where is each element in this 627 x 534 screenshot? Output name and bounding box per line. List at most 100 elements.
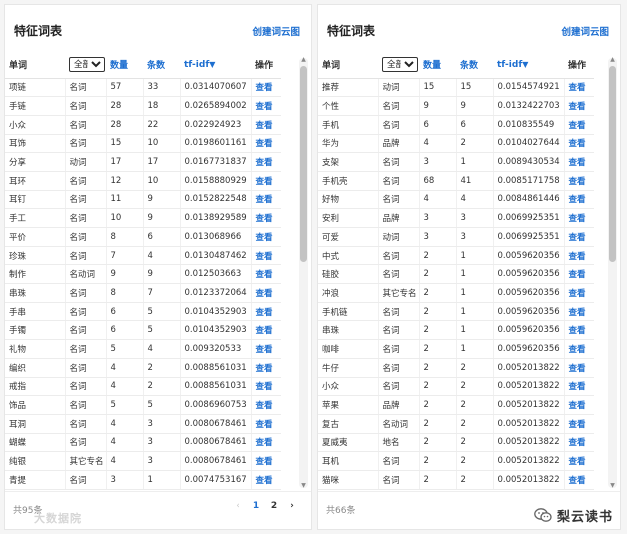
page-button-2[interactable]: 2 — [265, 501, 283, 511]
cell-action[interactable]: 查看 — [564, 414, 594, 434]
vertical-scrollbar[interactable]: ▲ ▼ — [608, 57, 617, 489]
cell-action[interactable]: 查看 — [251, 171, 281, 191]
cell-action[interactable]: 查看 — [251, 358, 281, 378]
cell-action[interactable]: 查看 — [564, 96, 594, 116]
create-wordcloud-link[interactable]: 创建词云图 — [252, 24, 300, 38]
cell-docs: 10 — [143, 134, 181, 154]
cell-action[interactable]: 查看 — [564, 283, 594, 303]
cell-action[interactable]: 查看 — [564, 264, 594, 285]
cell-pos: 名词 — [65, 246, 107, 266]
cell-action[interactable]: 查看 — [251, 246, 281, 266]
cell-action[interactable]: 查看 — [564, 320, 594, 341]
table-row: 珍珠 名词 7 4 0.0130487462 查看 — [5, 246, 281, 266]
cell-word: 好物 — [318, 190, 379, 210]
cell-tfidf: 0.0123372064 — [180, 283, 252, 303]
cell-action[interactable]: 查看 — [564, 190, 594, 210]
scroll-up-icon[interactable]: ▲ — [299, 57, 308, 63]
cell-action[interactable]: 查看 — [251, 377, 281, 397]
cell-action[interactable]: 查看 — [564, 377, 594, 397]
pos-filter-select[interactable]: 全部 — [69, 57, 105, 73]
column-header-tfidf[interactable]: tf-idf▼ — [180, 52, 251, 79]
create-wordcloud-link[interactable]: 创建词云图 — [561, 24, 609, 38]
cell-action[interactable]: 查看 — [564, 302, 594, 322]
cell-tfidf: 0.010835549 — [493, 115, 565, 135]
cell-tfidf: 0.0052013822 — [493, 377, 565, 397]
cell-docs: 2 — [456, 451, 494, 471]
cell-action[interactable]: 查看 — [251, 433, 281, 453]
cell-action[interactable]: 查看 — [251, 190, 281, 210]
cell-action[interactable]: 查看 — [564, 470, 594, 490]
cell-docs: 3 — [143, 414, 181, 434]
cell-docs: 1 — [143, 470, 181, 490]
cell-action[interactable]: 查看 — [251, 78, 281, 98]
column-header-pos: 全部 — [65, 52, 106, 79]
cell-action[interactable]: 查看 — [564, 227, 594, 247]
cell-action[interactable]: 查看 — [251, 302, 281, 322]
cell-action[interactable]: 查看 — [564, 171, 594, 191]
cell-pos: 名词 — [65, 302, 107, 322]
cell-word: 夏威夷 — [318, 433, 379, 453]
column-header-tfidf[interactable]: tf-idf▼ — [493, 52, 564, 79]
cell-action[interactable]: 查看 — [564, 152, 594, 172]
cell-count: 4 — [419, 134, 457, 154]
pos-filter-select[interactable]: 全部 — [382, 57, 418, 73]
cell-action[interactable]: 查看 — [564, 115, 594, 135]
next-page-icon[interactable]: › — [283, 501, 301, 511]
cell-action[interactable]: 查看 — [251, 134, 281, 154]
cell-pos: 名词 — [65, 339, 107, 359]
scroll-down-icon[interactable]: ▼ — [299, 483, 308, 489]
prev-page-icon[interactable]: ‹ — [229, 501, 247, 511]
cell-action[interactable]: 查看 — [564, 208, 594, 228]
table-row: 青提 名词 3 1 0.0074753167 查看 — [5, 470, 281, 490]
cell-action[interactable]: 查看 — [564, 433, 594, 453]
table-row: 手机 名词 6 6 0.010835549 查看 — [318, 115, 594, 135]
vertical-scrollbar[interactable]: ▲ ▼ — [299, 57, 308, 489]
table-row: 个性 名词 9 9 0.0132422703 查看 — [318, 96, 594, 116]
cell-action[interactable]: 查看 — [564, 246, 594, 266]
cell-action[interactable]: 查看 — [564, 358, 594, 378]
cell-count: 2 — [419, 470, 457, 490]
column-header-count[interactable]: 数量 — [106, 52, 143, 79]
scrollbar-thumb[interactable] — [300, 66, 307, 262]
cell-action[interactable]: 查看 — [564, 395, 594, 415]
column-header-docs[interactable]: 条数 — [456, 52, 493, 79]
cell-action[interactable]: 查看 — [251, 470, 281, 490]
wechat-account-label: 梨云读书 — [556, 510, 613, 525]
table-row: 安利 品牌 3 3 0.0069925351 查看 — [318, 208, 594, 228]
cell-count: 4 — [106, 451, 144, 471]
cell-tfidf: 0.0265894002 — [180, 96, 252, 116]
cell-action[interactable]: 查看 — [564, 78, 594, 98]
cell-word: 安利 — [318, 208, 379, 228]
cell-count: 3 — [419, 208, 457, 228]
cell-action[interactable]: 查看 — [251, 96, 281, 116]
cell-docs: 3 — [143, 451, 181, 471]
scrollbar-thumb[interactable] — [609, 66, 616, 262]
cell-action[interactable]: 查看 — [251, 152, 281, 172]
column-header-count[interactable]: 数量 — [419, 52, 456, 79]
cell-count: 6 — [106, 320, 144, 341]
cell-action[interactable]: 查看 — [251, 339, 281, 359]
cell-action[interactable]: 查看 — [251, 320, 281, 341]
column-header-docs[interactable]: 条数 — [143, 52, 180, 79]
cell-action[interactable]: 查看 — [251, 227, 281, 247]
scroll-up-icon[interactable]: ▲ — [608, 57, 617, 63]
cell-word: 冲浪 — [318, 283, 379, 303]
cell-docs: 17 — [143, 152, 181, 172]
cell-action[interactable]: 查看 — [251, 264, 281, 285]
cell-action[interactable]: 查看 — [251, 451, 281, 471]
cell-word: 个性 — [318, 96, 379, 116]
cell-action[interactable]: 查看 — [564, 451, 594, 471]
cell-action[interactable]: 查看 — [251, 208, 281, 228]
cell-action[interactable]: 查看 — [251, 414, 281, 434]
cell-count: 2 — [419, 264, 457, 285]
cell-action[interactable]: 查看 — [251, 395, 281, 415]
cell-action[interactable]: 查看 — [251, 283, 281, 303]
table-row: 手机壳 名词 68 41 0.0085171758 查看 — [318, 171, 594, 191]
cell-action[interactable]: 查看 — [251, 115, 281, 135]
cell-action[interactable]: 查看 — [564, 339, 594, 359]
cell-action[interactable]: 查看 — [564, 134, 594, 154]
feature-word-panel-right: 特征词表 创建词云图 单词 全部 数量 条数 tf-idf▼ 操作 推荐 动词 … — [317, 4, 621, 530]
cell-word: 手镯 — [5, 320, 66, 341]
page-button-1[interactable]: 1 — [247, 501, 265, 511]
scroll-down-icon[interactable]: ▼ — [608, 483, 617, 489]
